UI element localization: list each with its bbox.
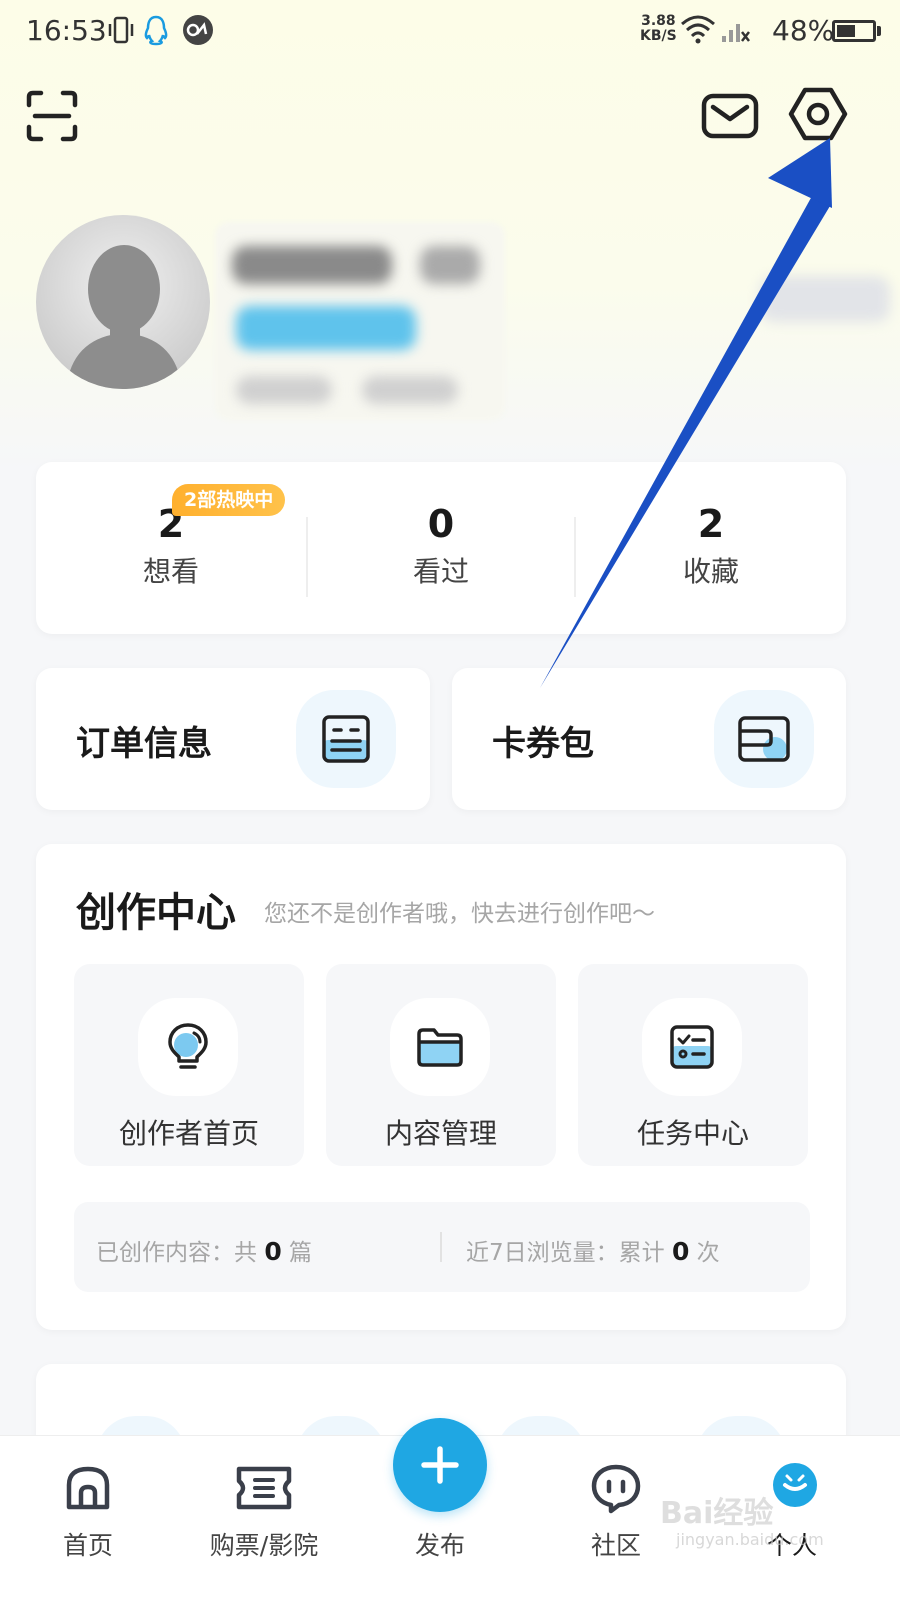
watermark-url: jingyan.baidu.com <box>676 1530 824 1549</box>
annotation-arrow <box>540 138 832 688</box>
watermark: Bai经验 <box>660 1496 774 1531</box>
